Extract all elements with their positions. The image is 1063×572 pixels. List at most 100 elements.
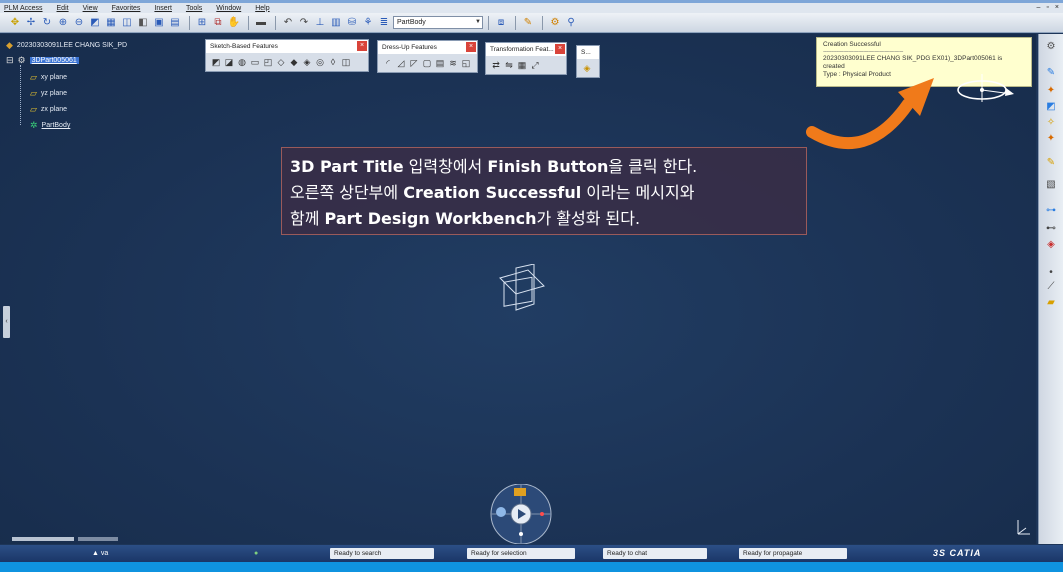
shading-icon[interactable]: ◧ [136, 16, 150, 30]
stiffener-icon[interactable]: ◆ [288, 56, 300, 68]
rotate-icon[interactable]: ↻ [40, 16, 54, 30]
horizontal-scrollbar-track[interactable] [78, 537, 118, 541]
remove-loft-icon[interactable]: ◊ [327, 56, 339, 68]
sketch-icon[interactable]: ✎ [1044, 66, 1058, 80]
redo-icon[interactable]: ↷ [297, 16, 311, 30]
pocket-icon[interactable]: ◪ [223, 56, 235, 68]
search-status-field[interactable]: Ready to search [330, 548, 434, 559]
body-icon[interactable]: ≣ [377, 16, 391, 30]
propagate-status-field[interactable]: Ready for propagate [739, 548, 847, 559]
multi-view-icon[interactable]: ▦ [104, 16, 118, 30]
chamfer-icon[interactable]: ◿ [395, 57, 407, 69]
undo-icon[interactable]: ↶ [281, 16, 295, 30]
panel-grip[interactable]: ‹ [3, 306, 10, 338]
horizontal-scrollbar[interactable] [12, 537, 74, 541]
menu-insert[interactable]: Insert [154, 5, 172, 12]
pan-icon[interactable]: ✢ [24, 16, 38, 30]
minimize-button[interactable]: – [1037, 3, 1041, 13]
update-icon[interactable]: ⚙ [548, 16, 562, 30]
toolbar-separator [515, 15, 516, 30]
rib-icon[interactable]: ◰ [262, 56, 274, 68]
surface-icon[interactable]: ▰ [1044, 296, 1058, 310]
multi-pad-icon[interactable]: ◫ [340, 56, 352, 68]
solid-combine-icon[interactable]: ◎ [314, 56, 326, 68]
callout-line-3: 함께 Part Design Workbench가 활성화 된다. [290, 206, 798, 232]
menu-plm-access[interactable]: PLM Access [4, 5, 43, 12]
draft-icon[interactable]: ◸ [408, 57, 420, 69]
zoom-in-icon[interactable]: ⊕ [56, 16, 70, 30]
boolean-icon[interactable]: ◈ [581, 62, 593, 74]
capture-icon[interactable]: ▬ [254, 16, 268, 30]
restore-button[interactable]: ▫ [1046, 3, 1048, 13]
point-icon[interactable]: • [1044, 266, 1058, 280]
shell-icon[interactable]: ▢ [421, 57, 433, 69]
translate-icon[interactable]: ⇄ [490, 59, 502, 71]
selection-status-field[interactable]: Ready for selection [467, 548, 575, 559]
analysis-icon[interactable]: ◈ [1044, 238, 1058, 252]
select-icon[interactable]: ✥ [8, 16, 22, 30]
menu-edit[interactable]: Edit [57, 5, 69, 12]
tree-part[interactable]: ⊟ ⚙ 3DPart005061 [6, 55, 79, 66]
polyline-icon[interactable]: ⟋ [1044, 280, 1058, 294]
zoom-out-icon[interactable]: ⊖ [72, 16, 86, 30]
chat-status-field[interactable]: Ready to chat [603, 548, 707, 559]
shaft-icon[interactable]: ◍ [236, 56, 248, 68]
thread-icon[interactable]: ≋ [447, 57, 459, 69]
callout-emphasis: 3D Part Title [290, 157, 404, 176]
close-icon[interactable]: × [555, 44, 565, 54]
plane-icon[interactable]: ◩ [1044, 100, 1058, 114]
taskbar-app[interactable]: ▲ va [92, 548, 108, 559]
menu-tools[interactable]: Tools [186, 5, 202, 12]
part-body-select[interactable]: PartBody ▼ [393, 16, 483, 29]
swap-visible-icon[interactable]: ▤ [168, 16, 182, 30]
manipulation-wheel-icon[interactable] [488, 484, 554, 544]
pattern-icon[interactable]: ▦ [516, 59, 528, 71]
remove-face-icon[interactable]: ◱ [460, 57, 472, 69]
menu-window[interactable]: Window [216, 5, 241, 12]
axis-system-icon[interactable]: ✧ [1044, 116, 1058, 130]
publish-icon[interactable]: ⚲ [564, 16, 578, 30]
loft-icon[interactable]: ◈ [301, 56, 313, 68]
database-icon[interactable]: ⛁ [345, 16, 359, 30]
menu-favorites[interactable]: Favorites [112, 5, 141, 12]
hide-show-icon[interactable]: ▣ [152, 16, 166, 30]
grid-icon[interactable]: ▥ [329, 16, 343, 30]
close-button[interactable]: × [1055, 3, 1059, 13]
constraint-icon[interactable]: ✎ [1044, 156, 1058, 170]
tree-root[interactable]: ◆ 20230303091LEE CHANG SIK_PD [6, 40, 127, 51]
tree-xy-plane[interactable]: ▱ xy plane [30, 72, 67, 83]
compass-icon[interactable] [950, 72, 1020, 112]
measure-icon[interactable]: ⊞ [195, 16, 209, 30]
hole-icon[interactable]: ▭ [249, 56, 261, 68]
toolbar-title: Transformation Feat... [490, 46, 554, 53]
tree-icon[interactable]: ⚘ [361, 16, 375, 30]
iso-view-icon[interactable]: ◫ [120, 16, 134, 30]
define-in-work-icon[interactable]: ⧈ [494, 16, 508, 30]
close-icon[interactable]: × [357, 41, 367, 51]
scale-icon[interactable]: ⤢ [529, 59, 541, 71]
tree-yz-plane[interactable]: ▱ yz plane [30, 88, 67, 99]
line-icon[interactable]: ✦ [1044, 132, 1058, 146]
origin-planes-icon[interactable] [494, 264, 550, 316]
fillet-icon[interactable]: ◜ [382, 57, 394, 69]
annotation-icon[interactable]: ▧ [1044, 178, 1058, 192]
menu-help[interactable]: Help [255, 5, 269, 12]
normal-view-icon[interactable]: ◩ [88, 16, 102, 30]
menu-view[interactable]: View [83, 5, 98, 12]
reference-point-icon[interactable]: ✦ [1044, 84, 1058, 98]
workbench-gear-icon[interactable]: ⚙ [1044, 40, 1058, 54]
axis-icon[interactable]: ⊥ [313, 16, 327, 30]
dimension-icon[interactable]: ⊷ [1044, 222, 1058, 236]
mirror-icon[interactable]: ⇋ [503, 59, 515, 71]
globe-icon[interactable]: ● [254, 548, 258, 559]
pad-icon[interactable]: ◩ [210, 56, 222, 68]
thickness-icon[interactable]: ▤ [434, 57, 446, 69]
analysis-icon[interactable]: ⧉ [211, 16, 225, 30]
close-icon[interactable]: × [466, 42, 476, 52]
apply-material-icon[interactable]: ✎ [521, 16, 535, 30]
tree-zx-plane[interactable]: ▱ zx plane [30, 104, 67, 115]
slot-icon[interactable]: ◇ [275, 56, 287, 68]
tree-part-body[interactable]: ✲ PartBody [30, 120, 70, 131]
measure-between-icon[interactable]: ⊶ [1044, 204, 1058, 218]
hand-icon[interactable]: ✋ [227, 16, 241, 30]
